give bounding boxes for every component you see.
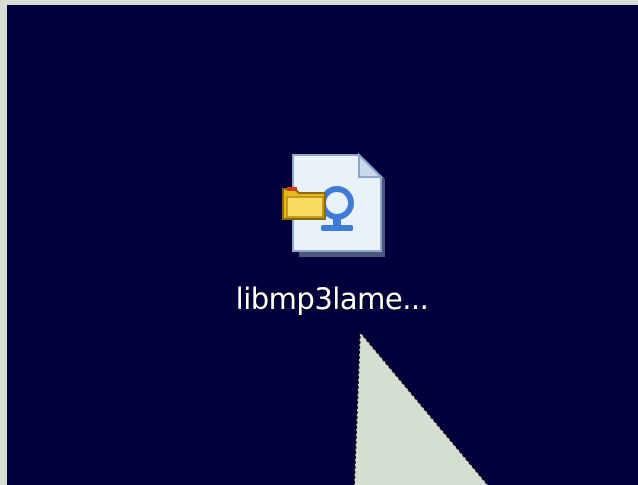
arrow-pointer-icon <box>353 330 489 485</box>
desktop[interactable]: libmp3lame... <box>7 5 638 485</box>
